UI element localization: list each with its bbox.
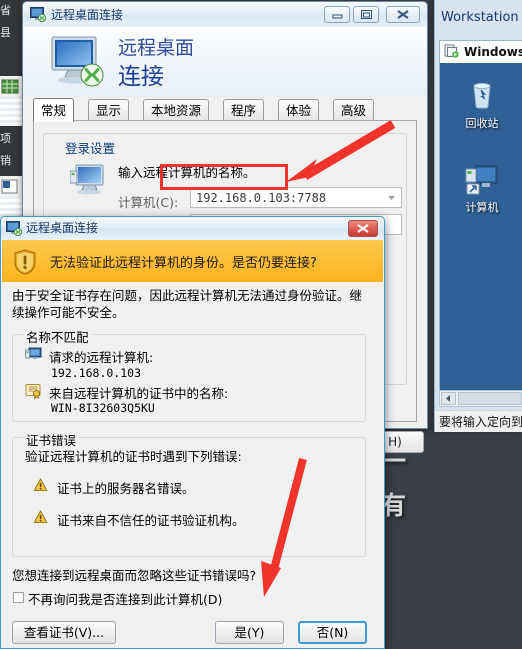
warning-triangle-icon [33, 510, 48, 523]
security-banner-text: 无法验证此远程计算机的身份。是否仍要连接? [50, 256, 317, 271]
warning-shield-icon [14, 249, 36, 275]
computer-small-icon [25, 347, 42, 359]
name-mismatch-title: 名称不匹配 [23, 327, 92, 346]
tab-programs[interactable]: 程序 [223, 99, 265, 121]
rdc-titlebar[interactable]: 远程桌面连接 [23, 2, 427, 27]
bg-strip-text-2: 项 [0, 132, 11, 145]
security-dialog-titlebar[interactable]: 远程桌面连接 [1, 217, 384, 240]
bg-strip-text-1: 县 [0, 26, 11, 39]
computer-address-value: 192.168.0.103:7788 [196, 191, 327, 205]
bg-strip-panel-1 [0, 76, 22, 126]
computer-label: 计算机(C): [118, 195, 179, 210]
security-banner: 无法验证此远程计算机的身份。是否仍要连接? [2, 240, 383, 283]
remote-horizontal-scrollbar[interactable] [439, 390, 522, 407]
computer-shortcut-icon [465, 165, 498, 195]
view-certificate-button[interactable]: 查看证书(V)... [12, 621, 116, 644]
close-button[interactable] [386, 6, 420, 23]
bg-strip-text-3: 销 [0, 154, 11, 167]
security-question-text: 您想连接到远程桌面而忽略这些证书错误吗? [12, 568, 257, 583]
tab-local-resources[interactable]: 本地资源 [143, 99, 210, 121]
name-mismatch-group: 名称不匹配 请求的远程计算机: 192.168.0.103 来自远程计算机的证书… [12, 327, 366, 422]
remote-desktop-large-icon [51, 36, 104, 87]
rdc-title-text: 远程桌面连接 [51, 8, 124, 22]
windows-server-icon [444, 44, 459, 58]
security-description: 由于安全证书存在问题，因此远程计算机无法通过身份验证。继续操作可能不安全。 [12, 288, 363, 320]
certificate-error-1: 证书来自不信任的证书验证机构。 [57, 513, 245, 528]
security-dialog-title: 远程桌面连接 [26, 221, 99, 235]
remote-desktop-icon [30, 7, 46, 22]
cert-name-value: WIN-8I32603Q5KU [51, 401, 155, 415]
close-icon [357, 224, 369, 233]
grid-icon [1, 79, 19, 94]
requested-computer-value: 192.168.0.103 [51, 366, 142, 380]
tab-advanced[interactable]: 高级 [333, 99, 375, 121]
certificate-error-intro: 验证远程计算机的证书时遇到下列错误: [25, 449, 242, 464]
minimize-icon [332, 14, 343, 19]
rdc-header-line-1: 远程桌面 [118, 37, 195, 59]
dont-ask-again-checkbox[interactable] [13, 592, 24, 603]
scroll-thumb[interactable] [458, 392, 522, 405]
rdc-header: 远程桌面 连接 [24, 27, 426, 98]
document-icon [1, 179, 18, 194]
no-button[interactable]: 否(N) [298, 621, 367, 644]
desktop-icon-computer-label: 计算机 [465, 201, 499, 214]
close-icon [397, 10, 409, 19]
remote-desktop-icon [6, 221, 22, 236]
login-settings-title: 登录设置 [62, 138, 119, 157]
remote-status-bar: 要将输入定向到 [435, 410, 522, 432]
yes-button[interactable]: 是(Y) [215, 621, 284, 644]
warning-triangle-icon [33, 478, 48, 491]
requested-computer-label: 请求的远程计算机: [49, 350, 154, 365]
remote-session-title: Workstation [441, 10, 519, 25]
desktop-icon-recycle-bin[interactable]: 回收站 [440, 77, 522, 131]
security-dialog-body: 由于安全证书存在问题，因此远程计算机无法通过身份验证。继续操作可能不安全。 名称… [2, 282, 383, 648]
computer-monitor-icon [70, 164, 104, 195]
certificate-error-group: 证书错误 验证远程计算机的证书时遇到下列错误: 证书上的服务器名错误。 证书来自… [12, 430, 366, 557]
annotation-highlight-rectangle [160, 164, 288, 190]
maximize-icon [361, 10, 372, 19]
bg-strip-panel-2 [0, 176, 22, 220]
remote-app-bar: Windows [440, 41, 522, 64]
dont-ask-again-label[interactable]: 不再询问我是否连接到此计算机(D) [28, 589, 222, 608]
minimize-button[interactable] [324, 6, 350, 23]
desktop-icon-recycle-bin-label: 回收站 [465, 117, 499, 130]
tab-experience[interactable]: 体验 [278, 99, 320, 121]
remote-session-viewport[interactable]: Windows 回收站 计算机 [439, 40, 522, 392]
certificate-error-0: 证书上的服务器名错误。 [57, 481, 195, 496]
scroll-left-button[interactable] [441, 392, 456, 405]
security-warning-dialog[interactable]: 远程桌面连接 无法验证此远程计算机的身份。是否仍要连接? 由于安全证书存在问题，… [0, 216, 385, 649]
chevron-down-icon[interactable] [383, 189, 400, 206]
triangle-left-icon [446, 395, 450, 402]
security-dialog-close-button[interactable] [348, 220, 378, 237]
remote-desktop-area[interactable]: 回收站 计算机 [440, 63, 522, 390]
remote-session-window[interactable]: Workstation Windows 回收站 计算机 要将输入定向到 [434, 0, 522, 432]
remote-app-label: Windows [464, 45, 522, 59]
certificate-icon [25, 384, 41, 399]
cert-name-label: 来自远程计算机的证书中的名称: [49, 386, 229, 401]
maximize-button[interactable] [353, 6, 379, 23]
bg-strip-text-0: 省 [0, 4, 11, 17]
recycle-bin-icon [473, 82, 491, 109]
rdc-header-line-2: 连接 [118, 64, 164, 90]
tab-general[interactable]: 常规 [33, 98, 75, 122]
tab-display[interactable]: 显示 [88, 99, 130, 121]
desktop-icon-computer[interactable]: 计算机 [440, 163, 522, 215]
computer-address-field[interactable]: 192.168.0.103:7788 [190, 187, 402, 208]
